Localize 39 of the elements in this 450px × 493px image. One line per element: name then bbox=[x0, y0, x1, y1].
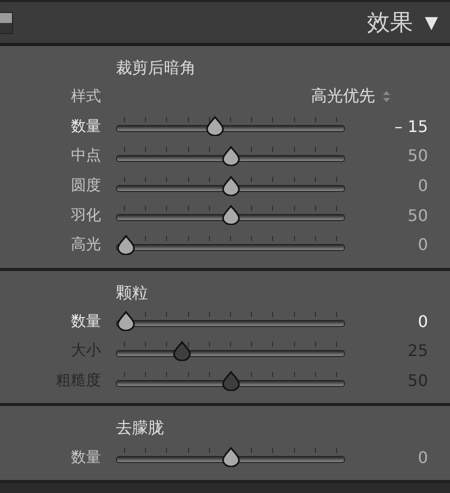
slider[interactable] bbox=[116, 370, 345, 392]
section-title: 裁剪后暗角 bbox=[116, 57, 197, 79]
section-title: 去朦胧 bbox=[116, 417, 165, 440]
slider-thumb[interactable] bbox=[222, 146, 240, 166]
panel-title: 效果 bbox=[366, 9, 413, 38]
slider-value[interactable]: 0 bbox=[418, 312, 428, 331]
slider[interactable] bbox=[116, 234, 345, 256]
slider[interactable] bbox=[116, 310, 345, 332]
slider-thumb[interactable] bbox=[117, 234, 135, 255]
slider-label: 数量 bbox=[70, 448, 101, 467]
slider-label: 圆度 bbox=[70, 176, 101, 196]
switch-icon[interactable] bbox=[0, 12, 13, 34]
collapse-toggle[interactable]: ▼ bbox=[424, 12, 438, 32]
slider-value[interactable]: 0 bbox=[418, 176, 428, 196]
section-title: 颗粒 bbox=[116, 282, 149, 304]
slider-value[interactable]: 0 bbox=[418, 448, 428, 467]
slider-label: 羽化 bbox=[70, 206, 101, 225]
slider-value[interactable]: – 15 bbox=[394, 116, 428, 136]
slider-thumb[interactable] bbox=[117, 311, 135, 332]
slider-value[interactable]: 50 bbox=[408, 146, 428, 166]
slider-label: 中点 bbox=[70, 146, 101, 166]
style-dropdown[interactable]: 高光优先 bbox=[311, 86, 390, 108]
slider[interactable] bbox=[116, 174, 345, 197]
slider[interactable] bbox=[116, 204, 345, 226]
slider[interactable] bbox=[116, 144, 345, 167]
slider-label: 数量 bbox=[70, 116, 101, 136]
slider[interactable] bbox=[116, 340, 345, 362]
slider[interactable] bbox=[116, 115, 345, 138]
up-down-arrows-icon bbox=[383, 91, 390, 102]
slider-thumb[interactable] bbox=[222, 176, 240, 196]
row-label: 样式 bbox=[70, 87, 101, 106]
slider-thumb[interactable] bbox=[206, 116, 224, 136]
slider-value[interactable]: 0 bbox=[418, 235, 428, 254]
slider-label: 高光 bbox=[70, 235, 101, 254]
slider-thumb[interactable] bbox=[222, 205, 240, 226]
slider-thumb[interactable] bbox=[222, 447, 240, 468]
slider-value[interactable]: 50 bbox=[408, 206, 428, 225]
slider-label: 数量 bbox=[70, 312, 101, 331]
slider[interactable] bbox=[116, 446, 345, 468]
